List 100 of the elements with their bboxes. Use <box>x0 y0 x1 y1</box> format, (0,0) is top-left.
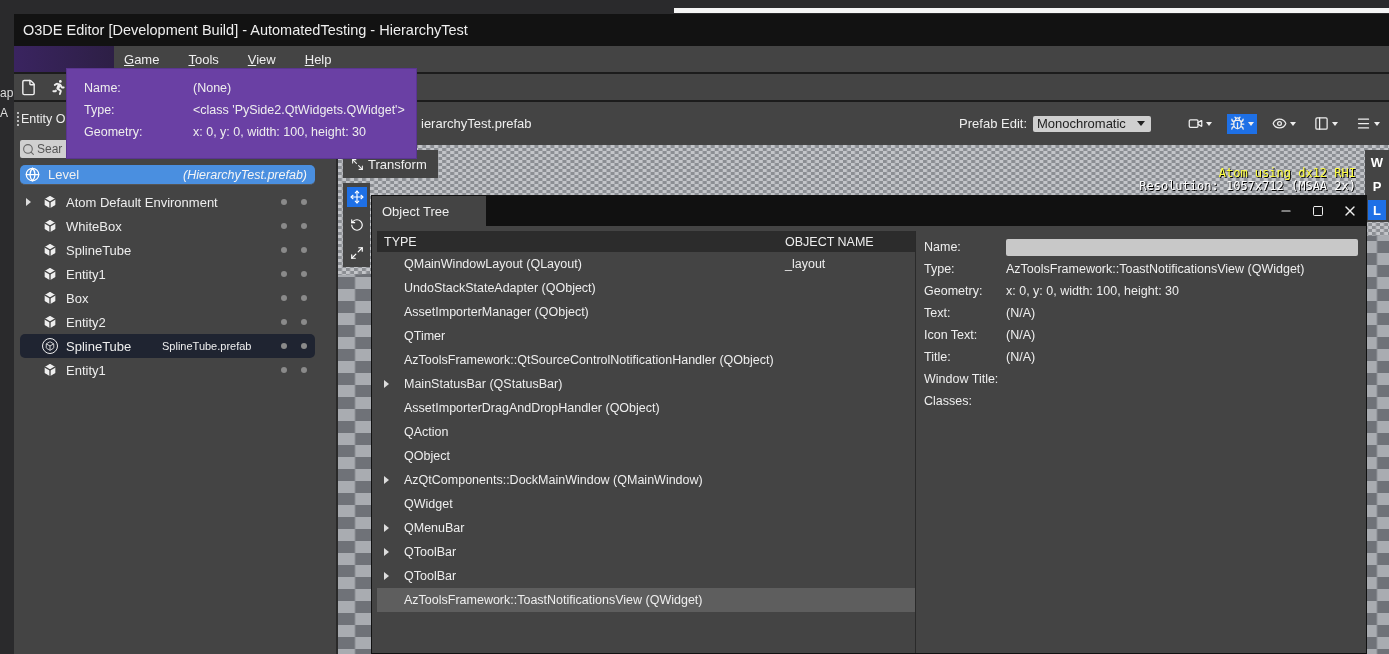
window-tab[interactable]: Object Tree <box>372 196 486 226</box>
space-toggle[interactable]: P <box>1368 176 1386 196</box>
type-cell-text: QMenuBar <box>404 521 466 535</box>
lock-toggle[interactable] <box>301 247 307 253</box>
entity-row[interactable]: Atom Default Environment <box>20 190 315 214</box>
type-cell-text: QTimer <box>404 329 447 343</box>
tree-row[interactable]: QTimer <box>377 324 915 348</box>
expand-arrow-icon[interactable] <box>384 548 389 556</box>
entity-row[interactable]: WhiteBox <box>20 214 315 238</box>
entity-name: SplineTube <box>66 338 133 354</box>
entity-row[interactable]: Entity2 <box>20 310 315 334</box>
tree-row[interactable]: QAction <box>377 420 915 444</box>
prefab-edit-dropdown[interactable]: Monochromatic <box>1033 115 1151 132</box>
property-value: AzToolsFramework::ToastNotificationsView (QWidget) <box>1006 262 1306 276</box>
tooltip-label: Name: <box>84 80 122 97</box>
tree-row[interactable]: AssetImporterDragAndDropHandler (QObject) <box>377 396 915 420</box>
lock-toggle[interactable] <box>301 343 307 349</box>
name-field[interactable] <box>1006 238 1358 256</box>
lock-toggle[interactable] <box>301 199 307 205</box>
property-label: Icon Text: <box>924 328 979 342</box>
type-cell-text: AzQtComponents::DockMainWindow (QMainWindow) <box>404 473 704 487</box>
search-input[interactable]: Sear <box>37 142 237 156</box>
tree-row[interactable]: QToolBar <box>377 540 915 564</box>
entity-row[interactable]: Box <box>20 286 315 310</box>
visibility-toggle[interactable] <box>281 295 287 301</box>
property-label: Geometry: <box>924 284 984 298</box>
tree-row[interactable]: QObject <box>377 444 915 468</box>
rotate-icon <box>349 218 364 232</box>
tree-row[interactable]: AzQtComponents::DockMainWindow (QMainWindow) <box>377 468 915 492</box>
running-figure-icon[interactable] <box>51 79 66 95</box>
entity-row[interactable]: Entity1 <box>20 358 315 382</box>
tree-row[interactable]: QMainWindowLayout (QLayout) _layout <box>377 252 915 276</box>
globe-icon <box>25 167 40 182</box>
property-value: (N/A) <box>1006 328 1037 342</box>
property-label: Classes: <box>924 394 973 408</box>
expand-arrow-icon[interactable] <box>384 380 389 388</box>
camera-icon <box>1188 116 1203 131</box>
entity-name: Entity1 <box>66 362 107 378</box>
tooltip-value: <class 'PySide2.QtWidgets.QWidget'> <box>193 102 406 119</box>
space-toggle[interactable]: W <box>1368 152 1386 172</box>
menu-item[interactable]: Help <box>304 51 332 67</box>
lock-toggle[interactable] <box>301 319 307 325</box>
visibility-toggle[interactable] <box>281 343 287 349</box>
tree-row[interactable]: QToolBar <box>377 564 915 588</box>
lock-toggle[interactable] <box>301 295 307 301</box>
visibility-toggle[interactable] <box>281 199 287 205</box>
tree-row[interactable]: MainStatusBar (QStatusBar) <box>377 372 915 396</box>
tree-row[interactable]: QMenuBar <box>377 516 915 540</box>
type-cell-text: QAction <box>404 425 450 439</box>
entity-row[interactable]: SplineTube <box>20 238 315 262</box>
type-cell-text: MainStatusBar (QStatusBar) <box>404 377 564 391</box>
lock-toggle[interactable] <box>301 271 307 277</box>
visibility-toggle[interactable] <box>281 367 287 373</box>
visibility-toggle[interactable] <box>281 247 287 253</box>
menu-item[interactable]: Tools <box>188 51 219 67</box>
entity-name: Entity1 <box>66 266 107 282</box>
lock-toggle[interactable] <box>301 367 307 373</box>
column-header[interactable]: TYPE <box>377 234 778 249</box>
tree-row[interactable]: QWidget <box>377 492 915 516</box>
lock-toggle[interactable] <box>301 223 307 229</box>
visibility-toggle[interactable] <box>281 271 287 277</box>
tree-row[interactable]: AssetImporterManager (QObject) <box>377 300 915 324</box>
type-cell-text: AzToolsFramework::ToastNotificationsView (QWidget) <box>404 593 704 607</box>
bug-menu-button[interactable] <box>1227 113 1257 134</box>
cube-icon <box>42 314 58 330</box>
cube-icon <box>42 242 58 258</box>
tooltip-label: Geometry: <box>84 124 144 141</box>
entity-row[interactable]: Entity1 <box>20 262 315 286</box>
expand-arrow-icon[interactable] <box>384 476 389 484</box>
menu-item[interactable]: Game <box>124 51 160 67</box>
entity-name: WhiteBox <box>66 218 123 234</box>
cube-icon <box>42 218 58 234</box>
type-cell-text: QToolBar <box>404 569 458 583</box>
window-title: O3DE Editor [Development Build] - AutomatedTesting - HierarchyTest <box>23 22 468 38</box>
move-tool[interactable] <box>346 187 367 207</box>
space-toggle[interactable]: L <box>1368 200 1386 220</box>
file-icon[interactable] <box>20 78 37 96</box>
column-header[interactable]: OBJECT NAME <box>778 234 874 249</box>
tree-row[interactable]: AzToolsFramework::ToastNotificationsView (QWidget) <box>377 588 915 612</box>
eye-icon <box>1272 116 1287 131</box>
panel-icon <box>1314 116 1329 131</box>
expand-arrow-icon[interactable] <box>384 524 389 532</box>
menu-item[interactable]: View <box>247 51 276 67</box>
property-label: Text: <box>924 306 952 320</box>
entity-row[interactable]: SplineTube SplineTube.prefab <box>20 334 315 358</box>
cube-icon <box>42 290 58 306</box>
type-cell-text: UndoStackStateAdapter (QObject) <box>404 281 597 295</box>
cube-icon <box>42 362 58 378</box>
expand-arrow-icon[interactable] <box>384 572 389 580</box>
property-label: Title: <box>924 350 952 364</box>
background-window-text: A <box>0 106 9 120</box>
visibility-toggle[interactable] <box>281 223 287 229</box>
move-icon <box>349 190 364 204</box>
resolution-info: Resolution: 1057x712 (MSAA 2x) <box>1139 180 1356 193</box>
tree-row[interactable]: AzToolsFramework::QtSourceControlNotificationHandler (QObject) <box>377 348 915 372</box>
expand-arrow-icon[interactable] <box>26 198 31 206</box>
tree-row[interactable]: UndoStackStateAdapter (QObject) <box>377 276 915 300</box>
visibility-toggle[interactable] <box>281 319 287 325</box>
cube-icon <box>42 194 58 210</box>
bug-icon <box>1230 116 1245 131</box>
